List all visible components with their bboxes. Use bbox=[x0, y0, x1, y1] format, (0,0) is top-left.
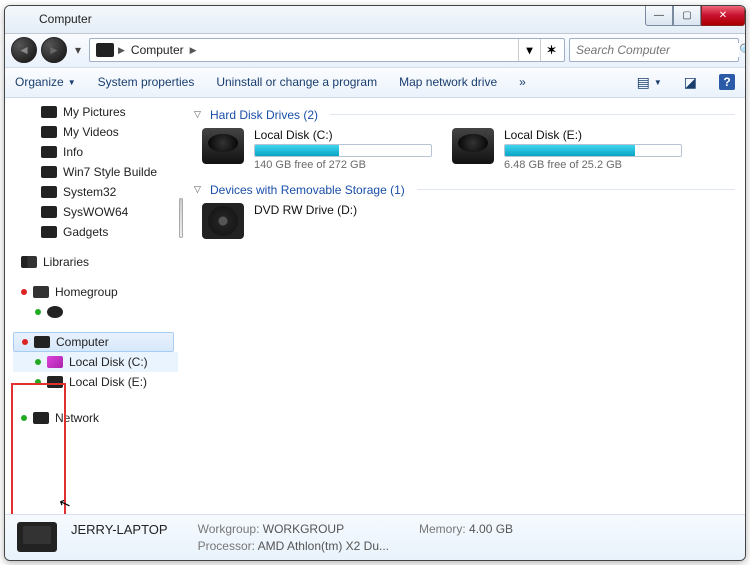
usage-bar bbox=[254, 144, 432, 157]
user-icon bbox=[47, 306, 63, 318]
tree-item-homegroup-child[interactable] bbox=[13, 302, 178, 322]
preview-pane-button[interactable]: ◪ bbox=[684, 74, 697, 91]
folder-icon bbox=[41, 166, 57, 178]
details-pane: JERRY-LAPTOP Workgroup: WORKGROUP Memory… bbox=[5, 514, 745, 560]
search-box[interactable]: 🔍 bbox=[569, 38, 739, 62]
folder-icon bbox=[41, 126, 57, 138]
memory-value: 4.00 GB bbox=[469, 522, 513, 536]
tree-item-libraries[interactable]: Libraries bbox=[13, 252, 178, 272]
map-network-drive-button[interactable]: Map network drive bbox=[399, 75, 497, 89]
close-button[interactable]: ✕ bbox=[701, 6, 745, 26]
view-options-button[interactable]: ▤ ▼ bbox=[637, 74, 662, 91]
folder-icon bbox=[41, 106, 57, 118]
dropdown-icon[interactable]: ▾ bbox=[518, 39, 540, 61]
collapse-icon[interactable]: ▽ bbox=[194, 184, 204, 195]
help-button[interactable]: ? bbox=[719, 74, 735, 90]
maximize-button[interactable]: ▢ bbox=[673, 6, 701, 26]
back-button[interactable]: ◄ bbox=[11, 37, 37, 63]
tree-item-computer[interactable]: Computer bbox=[13, 332, 174, 352]
drive-icon bbox=[47, 376, 63, 388]
tree-item-gadgets[interactable]: Gadgets bbox=[13, 222, 178, 242]
workgroup-value: WORKGROUP bbox=[263, 522, 344, 536]
forward-button[interactable]: ► bbox=[41, 37, 67, 63]
drive-local-disk-e[interactable]: Local Disk (E:) 6.48 GB free of 25.2 GB bbox=[452, 128, 682, 171]
computer-large-icon bbox=[17, 522, 57, 552]
homegroup-icon bbox=[33, 286, 49, 298]
tree-item-homegroup[interactable]: Homegroup bbox=[13, 282, 178, 302]
more-commands-button[interactable]: » bbox=[519, 75, 526, 89]
tree-item-info[interactable]: Info bbox=[13, 142, 178, 162]
drive-free-text: 140 GB free of 272 GB bbox=[254, 159, 432, 171]
uninstall-program-button[interactable]: Uninstall or change a program bbox=[216, 75, 377, 89]
system-properties-button[interactable]: System properties bbox=[98, 75, 195, 89]
minimize-button[interactable]: — bbox=[645, 6, 673, 26]
address-bar[interactable]: ▶ Computer ▶ ▾ ✶ bbox=[89, 38, 565, 62]
tree-item-win7-style[interactable]: Win7 Style Builde bbox=[13, 162, 178, 182]
processor-value: AMD Athlon(tm) X2 Du... bbox=[258, 539, 389, 553]
tree-item-network[interactable]: Network bbox=[13, 408, 178, 428]
hard-disk-icon bbox=[452, 128, 494, 164]
search-input[interactable] bbox=[570, 43, 739, 57]
group-header-hdd[interactable]: ▽ Hard Disk Drives (2) bbox=[194, 108, 735, 122]
drive-label: Local Disk (E:) bbox=[504, 128, 682, 142]
drive-label: DVD RW Drive (D:) bbox=[254, 203, 432, 217]
refresh-button[interactable]: ✶ bbox=[540, 39, 562, 61]
collapse-icon[interactable]: ▽ bbox=[194, 109, 204, 120]
tree-item-my-pictures[interactable]: My Pictures bbox=[13, 102, 178, 122]
history-dropdown[interactable]: ▾ bbox=[71, 43, 85, 57]
dvd-drive-icon bbox=[202, 203, 244, 239]
computer-name: JERRY-LAPTOP bbox=[71, 522, 168, 537]
breadcrumb-computer[interactable]: Computer bbox=[125, 43, 190, 57]
usage-bar bbox=[504, 144, 682, 157]
tree-item-my-videos[interactable]: My Videos bbox=[13, 122, 178, 142]
title-bar[interactable]: Computer — ▢ ✕ bbox=[5, 6, 745, 34]
hard-disk-icon bbox=[202, 128, 244, 164]
cursor-icon: ↖ bbox=[56, 493, 73, 513]
tree-item-local-disk-e[interactable]: Local Disk (E:) bbox=[13, 372, 178, 392]
command-bar: Organize ▼ System properties Uninstall o… bbox=[5, 68, 745, 98]
content-pane[interactable]: ▽ Hard Disk Drives (2) Local Disk (C:) 1… bbox=[184, 98, 745, 514]
drive-dvd-rw[interactable]: DVD RW Drive (D:) bbox=[202, 203, 432, 239]
nav-bar: ◄ ► ▾ ▶ Computer ▶ ▾ ✶ 🔍 bbox=[5, 34, 745, 68]
computer-icon bbox=[34, 336, 50, 348]
navigation-pane[interactable]: My Pictures My Videos Info Win7 Style Bu… bbox=[5, 98, 178, 514]
tree-item-local-disk-c[interactable]: Local Disk (C:) bbox=[13, 352, 178, 372]
body: My Pictures My Videos Info Win7 Style Bu… bbox=[5, 98, 745, 514]
group-header-removable[interactable]: ▽ Devices with Removable Storage (1) bbox=[194, 183, 735, 197]
explorer-window: Computer — ▢ ✕ ◄ ► ▾ ▶ Computer ▶ ▾ ✶ 🔍 … bbox=[4, 5, 746, 561]
drive-local-disk-c[interactable]: Local Disk (C:) 140 GB free of 272 GB bbox=[202, 128, 432, 171]
drive-label: Local Disk (C:) bbox=[254, 128, 432, 142]
search-icon[interactable]: 🔍 bbox=[739, 43, 746, 57]
network-icon bbox=[33, 412, 49, 424]
folder-icon bbox=[41, 206, 57, 218]
tree-item-system32[interactable]: System32 bbox=[13, 182, 178, 202]
drive-free-text: 6.48 GB free of 25.2 GB bbox=[504, 159, 682, 171]
tree-item-syswow64[interactable]: SysWOW64 bbox=[13, 202, 178, 222]
computer-icon bbox=[96, 43, 114, 57]
chevron-right-icon[interactable]: ▶ bbox=[118, 45, 125, 56]
folder-icon bbox=[41, 226, 57, 238]
libraries-icon bbox=[21, 256, 37, 268]
window-title: Computer bbox=[13, 12, 645, 26]
folder-icon bbox=[41, 186, 57, 198]
folder-icon bbox=[41, 146, 57, 158]
organize-menu[interactable]: Organize ▼ bbox=[15, 75, 76, 89]
chevron-right-icon[interactable]: ▶ bbox=[190, 45, 197, 56]
drive-icon bbox=[47, 356, 63, 368]
